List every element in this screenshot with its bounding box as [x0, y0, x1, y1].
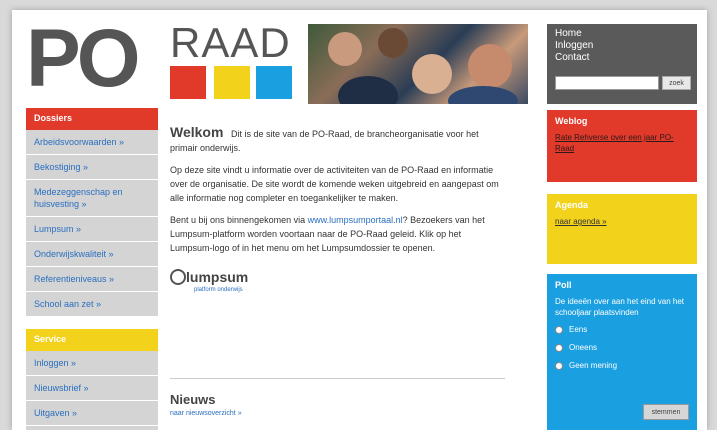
poll-title: Poll: [555, 280, 572, 290]
sidebar-item-inloggen[interactable]: Inloggen »: [26, 351, 158, 376]
news-overview-link[interactable]: naar nieuwsoverzicht »: [170, 410, 242, 417]
logo-red-square: [170, 66, 206, 99]
lumpsum-logo-icon: [170, 269, 186, 285]
lumpsum-logo[interactable]: lumpsum platform onderwijs: [170, 263, 505, 297]
weblog-link[interactable]: Rate Rehverse over een jaar PO-Raad: [555, 132, 689, 154]
sidebar-item-nieuwsbrief[interactable]: Nieuwsbrief »: [26, 376, 158, 401]
poll-option-label: Eens: [569, 325, 588, 334]
logo-po[interactable]: PO: [26, 18, 141, 100]
weblog-title: Weblog: [555, 116, 588, 126]
lumpsum-paragraph: Bent u bij ons binnengekomen via www.lum…: [170, 213, 505, 255]
search-input[interactable]: [555, 76, 659, 90]
poll-option-oneens[interactable]: Oneens: [555, 342, 689, 354]
nav-inloggen[interactable]: Inloggen: [555, 40, 689, 52]
top-nav: Home Inloggen Contact zoek: [547, 24, 697, 104]
poll-option-geen-mening[interactable]: Geen mening: [555, 360, 689, 372]
sidebar-item-onderwijskwaliteit[interactable]: Onderwijskwaliteit »: [26, 242, 158, 267]
poll-option-eens[interactable]: Eens: [555, 324, 689, 336]
agenda-link[interactable]: naar agenda »: [555, 216, 689, 227]
poll-box: Poll De ideeën over aan het eind van het…: [547, 274, 697, 430]
poll-question: De ideeën over aan het eind van het scho…: [555, 297, 684, 317]
nav-home[interactable]: Home: [555, 28, 689, 40]
header-photo: [308, 24, 528, 104]
sidebar-item-uitgaven[interactable]: Uitgaven »: [26, 401, 158, 426]
sidebar-item-bekostiging[interactable]: Bekostiging »: [26, 155, 158, 180]
intro-paragraph: Op deze site vindt u informatie over de …: [170, 165, 499, 203]
news-title: Nieuws: [170, 392, 216, 407]
lumpsumportaal-link[interactable]: www.lumpsumportaal.nl: [308, 215, 403, 225]
radio-icon[interactable]: [555, 362, 563, 370]
sidebar-item-referentieniveaus[interactable]: Referentieniveaus »: [26, 267, 158, 292]
nav-contact[interactable]: Contact: [555, 52, 689, 64]
search-row: zoek: [555, 76, 691, 90]
logo-blue-square: [256, 66, 292, 99]
lumpsum-logo-subtitle: platform onderwijs: [194, 287, 243, 293]
content-divider: [170, 378, 505, 379]
agenda-title: Agenda: [555, 200, 589, 210]
search-button[interactable]: zoek: [662, 76, 691, 90]
sidebar-item-lumpsum[interactable]: Lumpsum »: [26, 217, 158, 242]
sidebar: Dossiers Arbeidsvoorwaarden » Bekostigin…: [26, 108, 158, 430]
radio-icon[interactable]: [555, 326, 563, 334]
poll-option-label: Geen mening: [569, 361, 618, 370]
sidebar-heading-dossiers: Dossiers: [26, 108, 158, 130]
sidebar-item-medezeggenschap[interactable]: Medezeggenschap en huisvesting »: [26, 180, 158, 217]
logo-raad[interactable]: RAAD: [170, 22, 291, 64]
sidebar-gap: [26, 317, 158, 329]
agenda-box: Agenda naar agenda »: [547, 194, 697, 264]
main-content: Welkom Dit is de site van de PO-Raad, de…: [170, 125, 505, 297]
sidebar-item-arbeidsvoorwaarden[interactable]: Arbeidsvoorwaarden »: [26, 130, 158, 155]
page: PO RAAD Home Inloggen Contact zoek Dossi…: [12, 10, 707, 430]
sidebar-heading-service: Service: [26, 329, 158, 351]
radio-icon[interactable]: [555, 344, 563, 352]
poll-vote-button[interactable]: stemmen: [643, 404, 689, 420]
lumpsum-paragraph-pre: Bent u bij ons binnengekomen via: [170, 215, 308, 225]
poll-option-label: Oneens: [569, 343, 598, 352]
welcome-title: Welkom: [170, 124, 224, 140]
lumpsum-logo-text: lumpsum: [186, 269, 249, 285]
sidebar-item-school-aan-zet[interactable]: School aan zet »: [26, 292, 158, 317]
logo-yellow-square: [214, 66, 250, 99]
weblog-box: Weblog Rate Rehverse over een jaar PO-Ra…: [547, 110, 697, 182]
